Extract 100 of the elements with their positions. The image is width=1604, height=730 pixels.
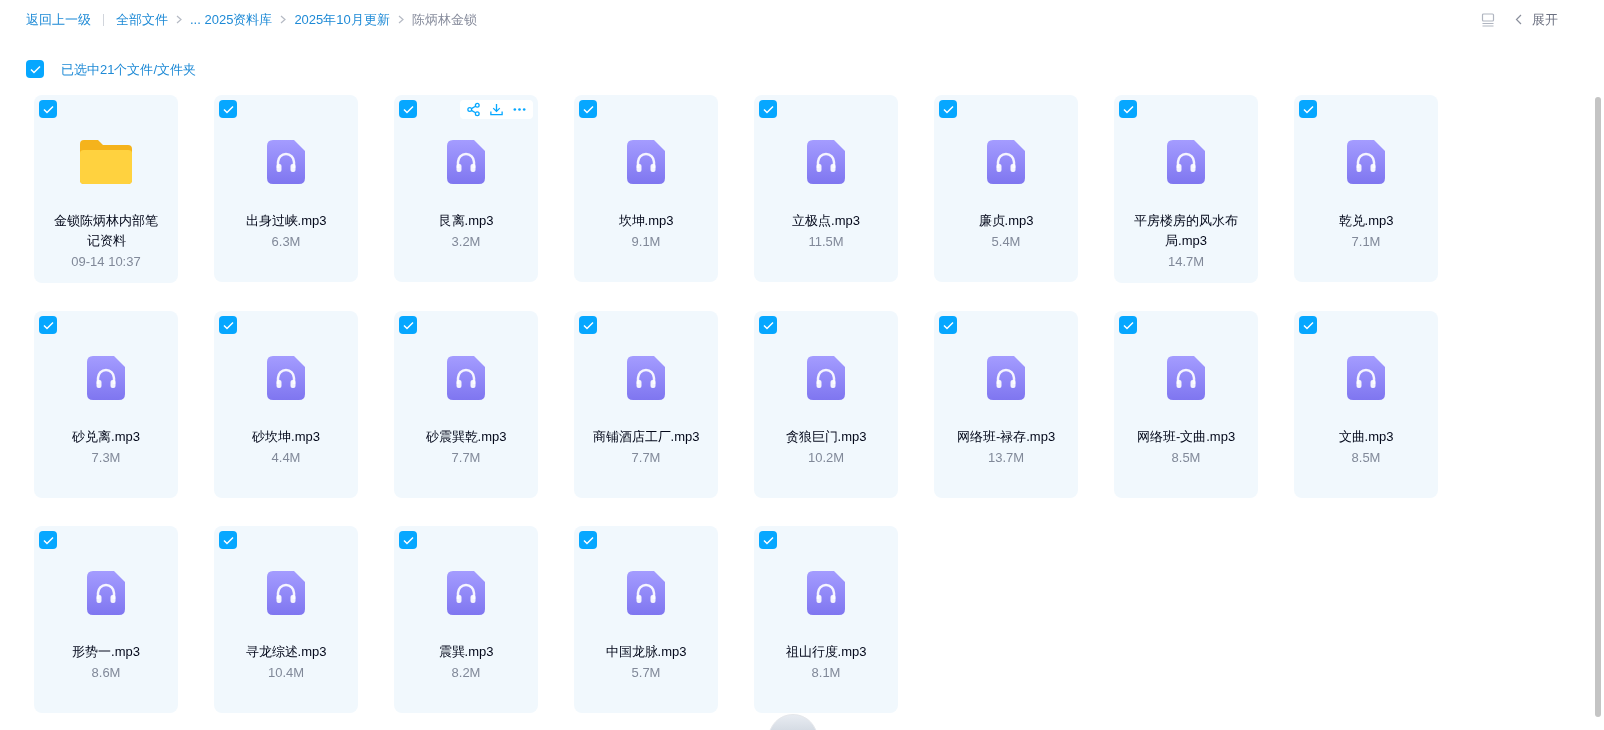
selection-count: 已选中21个文件/文件夹 (61, 60, 197, 79)
file-card[interactable]: 砂震巽乾.mp3 7.7M (394, 311, 538, 498)
file-name: 砂兑离.mp3 (71, 428, 141, 446)
file-card[interactable]: 震巽.mp3 8.2M (394, 526, 538, 713)
checkmark-icon (1302, 104, 1314, 114)
checkbox[interactable] (26, 60, 44, 79)
modified-date: 09-14 10:37 (71, 253, 141, 271)
file-name: 金锁陈炳林内部笔记资料 (53, 212, 159, 250)
checkbox[interactable] (579, 531, 597, 549)
back-link[interactable]: 返回上一级 (26, 10, 91, 30)
file-size: 6.3M (271, 233, 301, 251)
checkmark-icon (762, 535, 774, 545)
breadcrumb-item[interactable]: 2025年10月更新 (294, 10, 390, 30)
audio-file-icon (87, 356, 125, 400)
file-name: 祖山行度.mp3 (784, 643, 868, 661)
checkmark-icon (942, 104, 954, 114)
file-name: 网络班-文曲.mp3 (1135, 428, 1237, 446)
file-name: 立极点.mp3 (791, 212, 861, 230)
checkbox[interactable] (579, 316, 597, 334)
file-card[interactable]: 文曲.mp3 8.5M (1294, 311, 1438, 498)
checkmark-icon (222, 104, 234, 114)
file-card[interactable]: 网络班-文曲.mp3 8.5M (1114, 311, 1258, 498)
share-icon[interactable] (466, 102, 481, 117)
file-name: 文曲.mp3 (1337, 428, 1395, 446)
checkmark-icon (42, 104, 54, 114)
checkmark-icon (942, 320, 954, 330)
audio-file-icon (987, 356, 1025, 400)
file-size: 8.5M (1351, 449, 1381, 467)
checkbox[interactable] (39, 100, 57, 118)
audio-file-icon (447, 571, 485, 615)
checkmark-icon (29, 64, 41, 74)
file-card[interactable]: 寻龙综述.mp3 10.4M (214, 526, 358, 713)
audio-file-icon (447, 140, 485, 184)
file-card[interactable]: 立极点.mp3 11.5M (754, 95, 898, 282)
file-card[interactable]: 坎坤.mp3 9.1M (574, 95, 718, 282)
audio-file-icon (267, 356, 305, 400)
checkbox[interactable] (399, 531, 417, 549)
checkbox[interactable] (399, 100, 417, 118)
checkbox[interactable] (759, 316, 777, 334)
checkbox[interactable] (579, 100, 597, 118)
chevron-right-icon (280, 15, 287, 25)
file-card[interactable]: 平房楼房的风水布局.mp3 14.7M (1114, 95, 1258, 283)
checkmark-icon (402, 104, 414, 114)
checkbox[interactable] (219, 531, 237, 549)
file-name: 廉贞.mp3 (977, 212, 1035, 230)
file-size: 8.6M (91, 664, 121, 682)
file-size: 11.5M (808, 233, 844, 251)
file-card[interactable]: 商铺酒店工厂.mp3 7.7M (574, 311, 718, 498)
checkbox[interactable] (219, 316, 237, 334)
file-card[interactable]: 艮离.mp3 3.2M (394, 95, 538, 282)
file-card[interactable]: 廉贞.mp3 5.4M (934, 95, 1078, 282)
checkbox[interactable] (759, 100, 777, 118)
file-size: 13.7M (987, 449, 1025, 467)
file-card[interactable]: 祖山行度.mp3 8.1M (754, 526, 898, 713)
checkbox[interactable] (939, 316, 957, 334)
file-card[interactable]: 砂兑离.mp3 7.3M (34, 311, 178, 498)
checkbox[interactable] (1299, 316, 1317, 334)
audio-file-icon (807, 571, 845, 615)
file-name: 坎坤.mp3 (617, 212, 675, 230)
breadcrumb-item[interactable]: ... 2025资料库 (190, 10, 273, 30)
checkmark-icon (762, 320, 774, 330)
checkbox[interactable] (1119, 100, 1137, 118)
file-size: 5.4M (991, 233, 1021, 251)
layout-icon[interactable] (1481, 12, 1495, 27)
file-name: 平房楼房的风水布局.mp3 (1133, 212, 1239, 250)
audio-file-icon (267, 571, 305, 615)
checkmark-icon (402, 535, 414, 545)
file-name: 中国龙脉.mp3 (604, 643, 688, 661)
file-card[interactable]: 砂坎坤.mp3 4.4M (214, 311, 358, 498)
checkbox[interactable] (1119, 316, 1137, 334)
checkmark-icon (42, 320, 54, 330)
checkbox[interactable] (399, 316, 417, 334)
file-name: 形势一.mp3 (71, 643, 141, 661)
checkbox[interactable] (39, 316, 57, 334)
checkmark-icon (1302, 320, 1314, 330)
file-card[interactable]: 乾兑.mp3 7.1M (1294, 95, 1438, 282)
file-card[interactable]: 金锁陈炳林内部笔记资料 09-14 10:37 (34, 95, 178, 283)
audio-file-icon (1167, 356, 1205, 400)
file-size: 8.2M (451, 664, 481, 682)
download-icon[interactable] (489, 102, 504, 117)
breadcrumb-item[interactable]: 全部文件 (116, 10, 168, 30)
checkbox[interactable] (759, 531, 777, 549)
file-card[interactable]: 出身过峡.mp3 6.3M (214, 95, 358, 282)
file-card[interactable]: 中国龙脉.mp3 5.7M (574, 526, 718, 713)
breadcrumb-item[interactable]: 陈炳林金锁 (411, 10, 477, 30)
checkbox[interactable] (219, 100, 237, 118)
file-card[interactable]: 网络班-禄存.mp3 13.7M (934, 311, 1078, 498)
checkmark-icon (582, 535, 594, 545)
checkmark-icon (1122, 320, 1134, 330)
checkbox[interactable] (1299, 100, 1317, 118)
file-card[interactable]: 形势一.mp3 8.6M (34, 526, 178, 713)
chevron-right-icon (397, 15, 404, 25)
checkbox[interactable] (939, 100, 957, 118)
file-name: 贪狼巨门.mp3 (784, 428, 868, 446)
file-card[interactable]: 贪狼巨门.mp3 10.2M (754, 311, 898, 498)
expand-button[interactable]: 展开 (1515, 10, 1558, 30)
checkmark-icon (222, 535, 234, 545)
checkbox[interactable] (39, 531, 57, 549)
audio-file-icon (267, 140, 305, 184)
scrollbar-thumb[interactable] (1595, 97, 1601, 717)
